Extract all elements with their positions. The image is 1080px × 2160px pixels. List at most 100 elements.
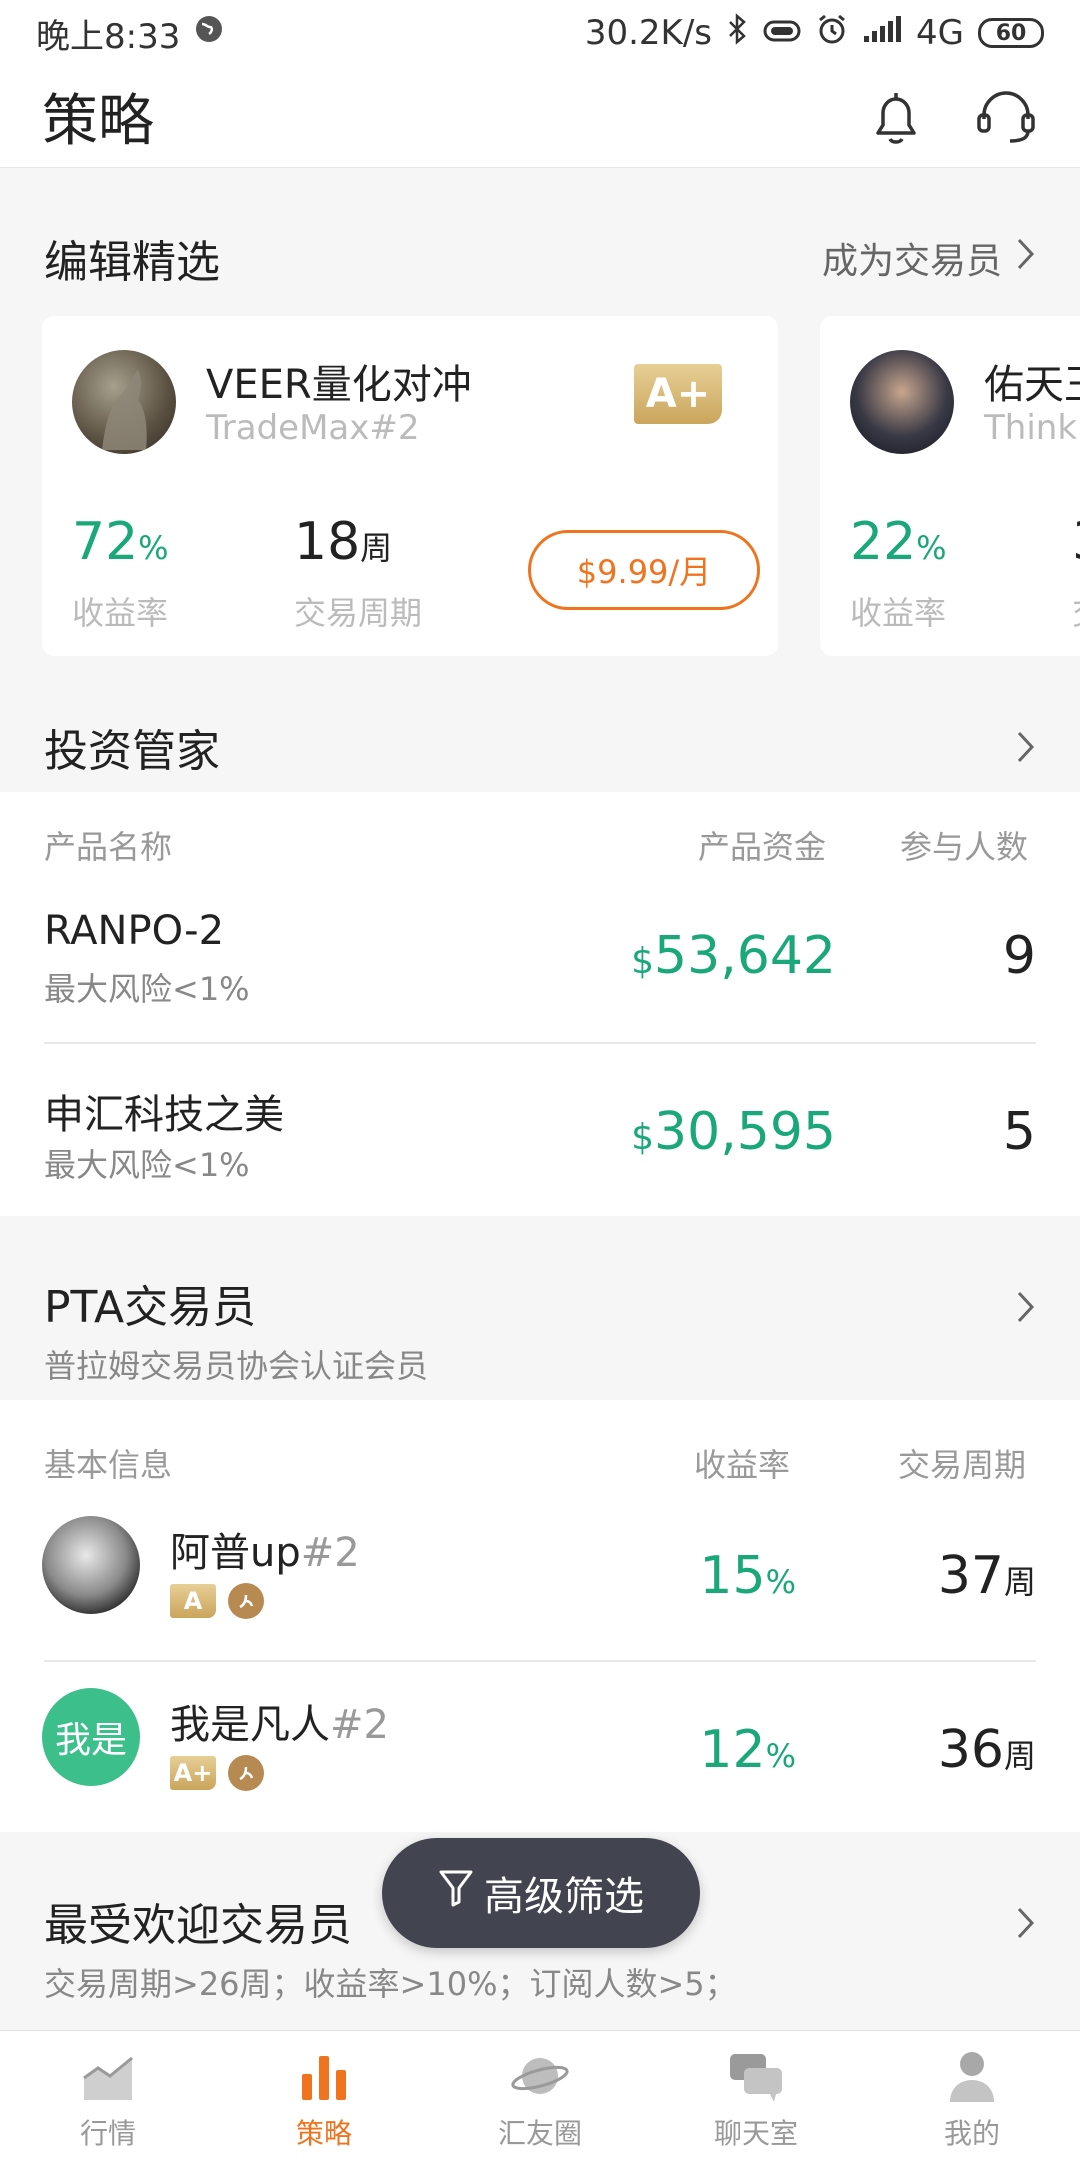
chat-icon — [726, 2048, 786, 2108]
bell-icon[interactable] — [864, 85, 928, 149]
headset-icon[interactable] — [974, 85, 1038, 149]
return-rate-label: 收益率 — [850, 594, 947, 632]
trading-period-label: 交 — [1072, 588, 1080, 634]
avatar: 我是 — [42, 1688, 140, 1786]
trading-period-number: 36 — [937, 1720, 1004, 1780]
nav-label: 行情 — [79, 2117, 136, 2150]
column-header-product-funds: 产品资金 — [698, 828, 827, 866]
return-rate-number: 12 — [699, 1720, 766, 1780]
bottom-nav: 行情 策略 汇友圈 聊天室 我的 — [0, 2030, 1080, 2160]
popular-traders-title: 最受欢迎交易员 — [44, 1900, 352, 1951]
trading-period-value: 18周 — [294, 512, 392, 572]
product-risk: 最大风险<1% — [44, 1146, 250, 1184]
bar-chart-icon — [296, 2048, 352, 2108]
strategy-screen: 晚上8:33 30.2K/s 4G 60 策略 编辑精选 成为交易员 VEER量… — [0, 0, 1080, 2160]
nav-label: 汇友圈 — [497, 2117, 582, 2150]
editor-picks-header: 编辑精选 成为交易员 — [0, 220, 1080, 296]
return-rate-unit: % — [765, 1563, 796, 1601]
currency-symbol: $ — [631, 1117, 655, 1158]
nav-label: 我的 — [943, 2117, 1000, 2150]
alarm-icon — [816, 13, 848, 54]
return-rate-unit: % — [916, 529, 947, 567]
trader-number: #2 — [300, 1530, 360, 1576]
investment-butler-header[interactable]: 投资管家 — [0, 704, 1080, 790]
card-handle: ThinkM — [984, 408, 1080, 448]
funds-amount: 30,595 — [654, 1102, 836, 1162]
strategy-card[interactable]: 佑天王 ThinkM 22% 收益率 3 交 — [820, 316, 1080, 656]
trading-period-number: 37 — [937, 1546, 1004, 1606]
top-bar: 策略 — [0, 66, 1080, 168]
strategy-card[interactable]: VEER量化对冲 TradeMax#2 A+ 72% 收益率 18周 交易周期 … — [42, 316, 778, 656]
product-risk: 最大风险<1% — [44, 970, 250, 1008]
filter-icon — [438, 1868, 474, 1918]
participant-count: 5 — [1002, 1102, 1036, 1162]
pta-traders-header[interactable]: PTA交易员 普拉姆交易员协会认证会员 — [0, 1270, 1080, 1388]
battery-icon: 60 — [978, 18, 1044, 48]
chart-area-icon — [80, 2048, 136, 2108]
battery-level: 60 — [995, 20, 1027, 46]
investment-butler-title: 投资管家 — [44, 726, 220, 777]
card-name: 佑天王 — [984, 362, 1080, 408]
nav-label: 聊天室 — [713, 2117, 798, 2150]
nav-item-community[interactable]: 汇友圈 — [432, 2031, 648, 2160]
trader-name-text: 阿普up — [170, 1530, 301, 1576]
medal-icon — [228, 1583, 264, 1619]
nav-item-me[interactable]: 我的 — [864, 2031, 1080, 2160]
trading-period: 37周 — [938, 1546, 1036, 1606]
chevron-right-icon — [1016, 1290, 1036, 1328]
bluetooth-icon — [726, 12, 748, 54]
column-header-basic-info: 基本信息 — [44, 1446, 173, 1484]
return-rate-label: 收益率 — [72, 594, 169, 632]
planet-icon — [510, 2048, 570, 2108]
trading-period-value: 3 — [1072, 512, 1080, 572]
pta-traders-table: 基本信息 收益率 交易周期 阿普up#2 A 15% 37周 我是 我是凡人#2 — [0, 1400, 1080, 1832]
investment-butler-table: 产品名称 产品资金 参与人数 RANPO-2 最大风险<1% $53,642 9… — [0, 792, 1080, 1216]
nav-item-strategy[interactable]: 策略 — [216, 2031, 432, 2160]
popular-traders-subtitle: 交易周期>26周；收益率>10%；订阅人数>5； — [44, 1965, 737, 2003]
column-header-return-rate: 收益率 — [694, 1446, 791, 1484]
trader-name: 阿普up#2 — [170, 1520, 360, 1578]
card-name: VEER量化对冲 — [206, 362, 472, 408]
nav-label: 策略 — [295, 2117, 352, 2150]
trader-name-text: 我是凡人 — [170, 1702, 330, 1748]
trader-number: #2 — [330, 1702, 389, 1748]
return-rate-value: 72% — [72, 512, 169, 572]
subscribe-price-button[interactable]: $9.99/月 — [528, 530, 760, 610]
advanced-filter-label: 高级筛选 — [484, 1874, 644, 1920]
become-trader-label: 成为交易员 — [821, 241, 1002, 282]
medal-icon — [228, 1755, 264, 1791]
nav-item-chatroom[interactable]: 聊天室 — [648, 2031, 864, 2160]
product-name: 申汇科技之美 — [44, 1092, 284, 1138]
become-trader-link[interactable]: 成为交易员 — [822, 232, 1036, 284]
network-type: 4G — [916, 13, 964, 53]
editor-picks-title: 编辑精选 — [44, 237, 220, 288]
product-name: RANPO-2 — [44, 908, 225, 954]
trading-period: 36周 — [938, 1720, 1036, 1780]
trading-period-unit: 周 — [1003, 1563, 1036, 1601]
trading-period-unit: 周 — [1003, 1737, 1036, 1775]
chevron-right-icon — [1016, 237, 1036, 280]
row-divider — [44, 1042, 1036, 1044]
chevron-right-icon — [1016, 730, 1036, 764]
rating-badge: A — [170, 1584, 216, 1618]
trader-name: 我是凡人#2 — [170, 1692, 389, 1750]
funds-amount: 53,642 — [654, 926, 836, 986]
return-rate-number: 72 — [72, 512, 139, 572]
trading-period-label: 交易周期 — [294, 594, 423, 632]
chevron-right-icon — [1016, 1906, 1036, 1944]
editor-picks-carousel[interactable]: VEER量化对冲 TradeMax#2 A+ 72% 收益率 18周 交易周期 … — [0, 316, 1080, 658]
pta-traders-title: PTA交易员 — [44, 1282, 257, 1333]
row-divider — [44, 1660, 1036, 1662]
network-speed: 30.2K/s — [584, 13, 713, 53]
nav-item-market[interactable]: 行情 — [0, 2031, 216, 2160]
return-rate-value: 22% — [850, 512, 947, 572]
product-funds: $53,642 — [631, 926, 836, 986]
participant-count: 9 — [1002, 926, 1036, 986]
column-header-product-name: 产品名称 — [44, 828, 173, 866]
signal-icon — [862, 13, 902, 53]
product-funds: $30,595 — [631, 1102, 836, 1162]
return-rate-number: 22 — [850, 512, 917, 572]
column-header-trading-period: 交易周期 — [898, 1446, 1027, 1484]
avatar — [42, 1516, 140, 1614]
advanced-filter-button[interactable]: 高级筛选 — [382, 1838, 700, 1948]
